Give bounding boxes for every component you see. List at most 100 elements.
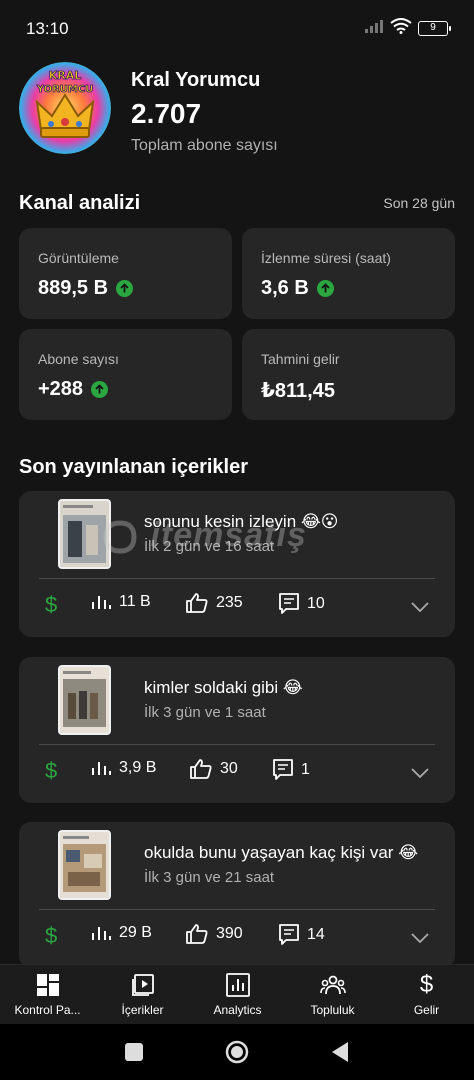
likes-metric: 390 [186, 924, 243, 944]
comments-count: 10 [307, 595, 325, 612]
recent-content-title: Son yayınlanan içerikler [19, 456, 248, 478]
likes-count: 390 [216, 925, 243, 942]
analytics-period: Son 28 gün [383, 195, 455, 211]
subscriber-label: Toplam abone sayısı [131, 137, 278, 154]
stat-value: 889,5 B [38, 277, 134, 300]
trend-up-icon [316, 280, 334, 297]
divider [39, 578, 435, 579]
bottom-nav: Kontrol Pa... İçerikler Analytics Toplul… [0, 964, 474, 1024]
trend-up-icon [116, 280, 134, 297]
stat-value: 3,6 B [261, 277, 334, 300]
status-time: 13:10 [26, 19, 69, 38]
subscriber-count: 2.707 [131, 98, 202, 129]
video-card[interactable]: kimler soldaki gibi 😂 İlk 3 gün ve 1 saa… [19, 657, 455, 803]
views-metric: 3,9 B [91, 759, 156, 777]
views-count: 3,9 B [119, 759, 157, 776]
recent-apps-icon[interactable] [125, 1043, 143, 1066]
comment-icon [279, 593, 299, 615]
revenue-dollar-icon: $ [45, 758, 58, 783]
comments-metric: 14 [279, 924, 325, 946]
video-title[interactable]: okulda bunu yaşayan kaç kişi var 😂 [144, 843, 418, 863]
likes-metric: 235 [186, 593, 243, 613]
bar-chart-icon [91, 924, 111, 942]
content-icon [95, 973, 190, 997]
stat-value-text: 3,6 B [261, 277, 309, 299]
thumbs-up-icon [190, 759, 212, 779]
comments-count: 14 [307, 926, 325, 943]
nav-item-analytics[interactable]: Analytics [190, 973, 285, 1017]
divider [39, 909, 435, 910]
stat-label: İzlenme süresi (saat) [261, 250, 391, 266]
chevron-down-icon[interactable] [411, 599, 429, 617]
earn-icon: $ [419, 971, 434, 998]
revenue-dollar-icon: $ [45, 923, 58, 948]
home-icon[interactable] [225, 1040, 249, 1069]
views-metric: 29 B [91, 924, 152, 942]
chevron-down-icon[interactable] [411, 930, 429, 948]
video-title[interactable]: kimler soldaki gibi 😂 [144, 678, 303, 698]
video-thumbnail[interactable] [58, 499, 111, 569]
status-icons: 9 [364, 18, 451, 39]
comment-icon [279, 924, 299, 946]
nav-item-earn[interactable]: $ Gelir [379, 971, 474, 1018]
back-icon[interactable] [331, 1041, 349, 1068]
video-age: İlk 3 gün ve 21 saat [144, 869, 275, 886]
svg-text:KRAL: KRAL [49, 69, 82, 82]
nav-label: Topluluk [310, 1003, 355, 1017]
stat-value: +288 [38, 378, 109, 401]
video-title[interactable]: sonunu kesin izleyin 😂😮 [144, 512, 338, 532]
nav-label: Gelir [413, 1003, 440, 1017]
bar-chart-icon [91, 759, 111, 777]
community-icon [285, 973, 380, 997]
trend-up-icon [91, 381, 109, 398]
divider [39, 744, 435, 745]
stat-value-text: +288 [38, 378, 84, 400]
thumbs-up-icon [186, 924, 208, 944]
video-card[interactable]: okulda bunu yaşayan kaç kişi var 😂 İlk 3… [19, 822, 455, 968]
wifi-icon [390, 18, 412, 39]
nav-item-dashboard[interactable]: Kontrol Pa... [0, 973, 95, 1017]
video-age: İlk 3 gün ve 1 saat [144, 704, 266, 721]
comments-metric: 10 [279, 593, 325, 615]
video-age: İlk 2 gün ve 16 saat [144, 538, 275, 555]
stat-label: Görüntüleme [38, 250, 119, 266]
likes-metric: 30 [190, 759, 238, 779]
signal-icon [364, 19, 384, 38]
stat-card-views[interactable]: Görüntüleme 889,5 B [19, 228, 232, 319]
analytics-icon [190, 973, 285, 997]
svg-text:YORUMCU: YORUMCU [36, 84, 94, 95]
dashboard-icon [0, 973, 95, 997]
chevron-down-icon[interactable] [411, 765, 429, 783]
channel-avatar[interactable]: KRAL YORUMCU [19, 62, 111, 154]
stat-card-revenue[interactable]: Tahmini gelir ₺811,45 [242, 329, 455, 420]
system-nav-bar [0, 1024, 474, 1080]
video-thumbnail[interactable] [58, 830, 111, 900]
channel-name: Kral Yorumcu [131, 69, 261, 91]
video-card[interactable]: sonunu kesin izleyin 😂😮 İlk 2 gün ve 16 … [19, 491, 455, 637]
likes-count: 30 [220, 760, 238, 777]
thumbs-up-icon [186, 593, 208, 613]
revenue-dollar-icon: $ [45, 592, 58, 617]
views-count: 11 B [119, 593, 151, 610]
stat-card-subscribers[interactable]: Abone sayısı +288 [19, 329, 232, 420]
nav-item-community[interactable]: Topluluk [285, 973, 380, 1017]
bar-chart-icon [91, 593, 111, 611]
video-thumbnail[interactable] [58, 665, 111, 735]
comments-metric: 1 [273, 759, 310, 781]
stat-label: Abone sayısı [38, 351, 119, 367]
nav-item-content[interactable]: İçerikler [95, 973, 190, 1017]
nav-label: Kontrol Pa... [14, 1003, 81, 1017]
nav-label: İçerikler [121, 1003, 164, 1017]
channel-header: KRAL YORUMCU Kral Yorumcu 2.707 Toplam a… [19, 62, 459, 158]
analytics-title: Kanal analizi [19, 192, 141, 214]
comments-count: 1 [301, 761, 310, 778]
likes-count: 235 [216, 594, 243, 611]
comment-icon [273, 759, 293, 781]
stat-value-text: 889,5 B [38, 277, 109, 299]
stat-value: ₺811,45 [261, 378, 335, 403]
stat-card-watch-time[interactable]: İzlenme süresi (saat) 3,6 B [242, 228, 455, 319]
nav-label: Analytics [213, 1003, 262, 1017]
status-bar: 13:10 9 [0, 0, 474, 56]
stat-value-text: ₺811,45 [261, 380, 335, 402]
battery-icon: 9 [418, 21, 451, 36]
